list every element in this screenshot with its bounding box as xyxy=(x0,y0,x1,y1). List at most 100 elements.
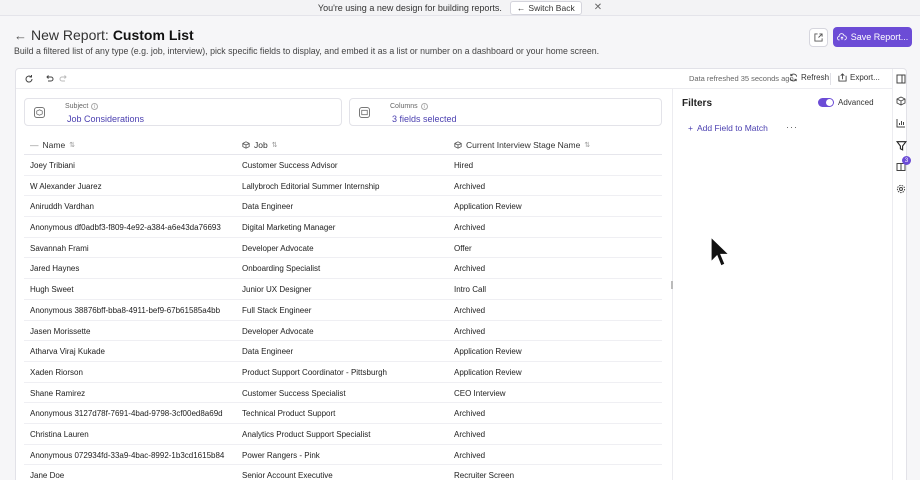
subject-selector[interactable]: Subject i Job Considerations xyxy=(24,98,342,126)
refresh-history-icon[interactable] xyxy=(23,73,35,85)
undo-icon[interactable] xyxy=(43,73,55,85)
sort-icon[interactable]: ⇅ xyxy=(272,141,278,149)
columns-selector[interactable]: Columns i 3 fields selected xyxy=(349,98,662,126)
table-row[interactable]: Anonymous 3127d78f-7691-4bad-9798-3cf00e… xyxy=(24,403,662,424)
columns-count-badge: 3 xyxy=(902,156,911,165)
table-header: — Name ⇅ Job ⇅ Current Interview Stage N… xyxy=(24,135,662,155)
gear-icon[interactable] xyxy=(894,182,908,196)
table-row[interactable]: Xaden Riorson Product Support Coordinator… xyxy=(24,362,662,383)
design-banner: You're using a new design for building r… xyxy=(0,0,920,16)
back-arrow-icon: ← xyxy=(516,2,526,13)
open-external-button[interactable] xyxy=(809,28,828,47)
add-field-button[interactable]: + Add Field to Match xyxy=(688,123,768,133)
cell-name: Jasen Morissette xyxy=(30,326,91,336)
table-row[interactable]: Jasen Morissette Developer Advocate Archiv… xyxy=(24,321,662,342)
table-row[interactable]: W Alexander Juarez Lallybroch Editorial S… xyxy=(24,176,662,197)
cube-icon xyxy=(34,107,45,118)
cell-name: Jane Doe xyxy=(30,471,65,480)
switch-back-button[interactable]: ← Switch Back xyxy=(509,0,582,15)
cell-stage: Archived xyxy=(454,264,486,274)
cell-stage: Archived xyxy=(454,223,486,233)
refresh-label: Refresh xyxy=(801,73,830,82)
cell-job: Analytics Product Support Specialist xyxy=(242,429,371,439)
back-arrow-icon[interactable]: ← xyxy=(14,28,27,43)
cell-stage: Application Review xyxy=(454,202,522,212)
refresh-button[interactable]: Refresh xyxy=(789,73,829,82)
page-title: ← New Report: Custom List xyxy=(14,27,194,43)
columns-label-text: Columns xyxy=(390,103,418,110)
minus-icon: — xyxy=(30,140,39,150)
table-row[interactable]: Hugh Sweet Junior UX Designer Intro Call xyxy=(24,279,662,300)
cell-name: Shane Ramirez xyxy=(30,388,86,398)
table-row[interactable]: Jared Haynes Onboarding Specialist Archive… xyxy=(24,258,662,280)
table-row[interactable]: Anonymous 072934fd-33a9-4bac-8992-1b3cd1… xyxy=(24,445,662,466)
column-header-job[interactable]: Job ⇅ xyxy=(242,140,278,150)
table-row[interactable]: Christina Lauren Analytics Product Suppor… xyxy=(24,424,662,445)
table-row[interactable]: Anonymous 38876bff-bba8-4911-bef9-67b615… xyxy=(24,300,662,321)
cell-stage: Intro Call xyxy=(454,285,487,295)
cell-name: W Alexander Juarez xyxy=(30,181,102,191)
filters-title: Filters xyxy=(682,98,713,109)
cell-stage: Offer xyxy=(454,243,472,253)
cell-job: Power Rangers - Pink xyxy=(242,450,320,460)
column-header-label: Name xyxy=(42,140,66,150)
column-header-name[interactable]: — Name ⇅ xyxy=(30,140,75,150)
bar-chart-icon[interactable] xyxy=(894,116,908,130)
cell-job: Data Engineer xyxy=(242,347,294,357)
cell-stage: Archived xyxy=(454,429,486,439)
cell-stage: Application Review xyxy=(454,347,522,357)
cube-icon[interactable] xyxy=(894,94,908,108)
table-row[interactable]: Atharva Viraj Kukade Data Engineer Applica… xyxy=(24,341,662,362)
toggle-switch[interactable] xyxy=(818,98,834,107)
columns-icon xyxy=(359,107,370,118)
report-title: Custom List xyxy=(112,27,194,43)
table-row[interactable]: Aniruddh Vardhan Data Engineer Application… xyxy=(24,196,662,218)
filter-icon[interactable] xyxy=(894,138,908,152)
cube-icon xyxy=(454,141,462,149)
cell-stage: Hired xyxy=(454,161,474,170)
cell-name: Anonymous 3127d78f-7691-4bad-9798-3cf00e… xyxy=(30,409,223,419)
refresh-icon xyxy=(789,73,798,82)
close-icon[interactable]: ✕ xyxy=(594,2,602,13)
sort-icon[interactable]: ⇅ xyxy=(69,141,75,149)
more-options-icon[interactable]: ··· xyxy=(786,122,798,132)
export-icon xyxy=(838,73,847,82)
export-button[interactable]: Export... xyxy=(838,73,880,82)
report-toolbar: Data refreshed 35 seconds ago Refresh Ex… xyxy=(16,69,892,89)
cell-job: Full Stack Engineer xyxy=(242,305,312,315)
cell-name: Anonymous df0adbf3-f809-4e92-a384-a6e43d… xyxy=(30,223,221,233)
column-header-label: Current Interview Stage Name xyxy=(466,140,581,150)
cell-stage: Archived xyxy=(454,409,486,419)
mouse-cursor-icon xyxy=(710,236,730,267)
columns-label: Columns i xyxy=(390,103,428,110)
cell-stage: Application Review xyxy=(454,367,522,377)
toolbar-divider xyxy=(830,73,831,85)
column-header-label: Job xyxy=(254,140,268,150)
cell-name: Anonymous 38876bff-bba8-4911-bef9-67b615… xyxy=(30,305,221,315)
cell-name: Jared Haynes xyxy=(30,264,80,274)
info-icon[interactable]: i xyxy=(420,103,428,110)
cell-job: Customer Success Specialist xyxy=(242,388,346,398)
resize-handle[interactable] xyxy=(671,281,673,289)
table-body: Joey Tribiani Customer Success Advisor Hir… xyxy=(24,155,662,480)
panel-toggle-icon[interactable] xyxy=(894,72,908,86)
column-header-stage[interactable]: Current Interview Stage Name ⇅ xyxy=(454,140,590,150)
cell-job: Junior UX Designer xyxy=(242,285,312,295)
table-row[interactable]: Anonymous df0adbf3-f809-4e92-a384-a6e43d… xyxy=(24,217,662,238)
redo-icon[interactable] xyxy=(58,73,70,85)
cell-stage: Archived xyxy=(454,305,486,315)
table-row[interactable]: Jane Doe Senior Account Executive Recruite… xyxy=(24,465,662,480)
advanced-toggle[interactable]: Advanced xyxy=(818,98,874,107)
cell-job: Technical Product Support xyxy=(242,409,336,419)
table-row[interactable]: Joey Tribiani Customer Success Advisor Hir… xyxy=(24,155,662,176)
table-row[interactable]: Savannah Frami Developer Advocate Offer xyxy=(24,238,662,259)
sort-icon[interactable]: ⇅ xyxy=(584,141,590,149)
table-row[interactable]: Shane Ramirez Customer Success Specialist… xyxy=(24,383,662,404)
info-icon[interactable]: i xyxy=(91,103,99,110)
title-prefix: New Report: xyxy=(31,27,109,43)
cell-name: Anonymous 072934fd-33a9-4bac-8992-1b3cd1… xyxy=(30,450,225,460)
cell-job: Data Engineer xyxy=(242,202,294,212)
cell-name: Aniruddh Vardhan xyxy=(30,202,94,212)
save-report-button[interactable]: Save Report... xyxy=(833,27,912,47)
cell-stage: Archived xyxy=(454,181,486,191)
